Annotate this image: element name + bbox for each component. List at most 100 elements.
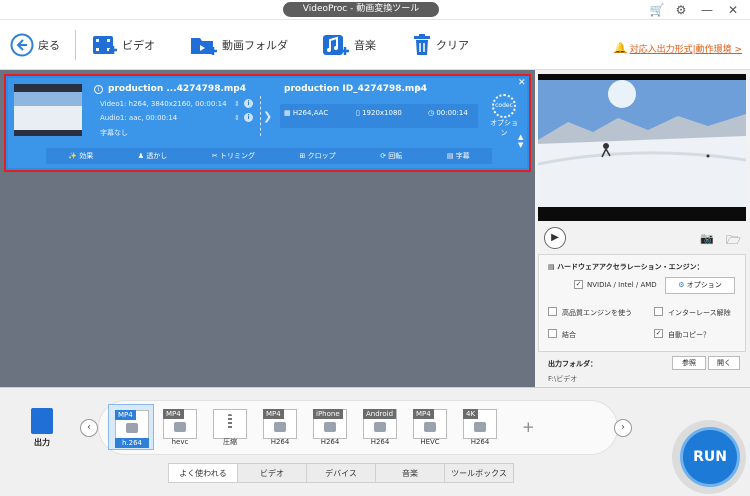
merge-label: 結合 [562,331,576,339]
play-button[interactable]: ▶ [544,227,566,249]
rotate-button[interactable]: ⟳ 回転 [380,151,402,161]
deinterlace-label: インターレース解除 [668,309,731,317]
format-next-button[interactable]: › [614,419,632,437]
tab-toolbox[interactable]: ツールボックス [444,463,514,483]
film-icon [374,422,386,432]
close-button[interactable]: ✕ [724,2,742,18]
auto-copy-checkbox[interactable]: ✓ [654,329,663,338]
tab-device[interactable]: デバイス [306,463,375,483]
info-icon[interactable]: i [94,85,103,94]
reorder-arrows-icon[interactable]: ▲ ▼ [518,133,523,149]
clear-button[interactable]: クリア [412,32,469,58]
back-arrow-icon [10,33,34,57]
format-top-label: MP4 [115,410,136,420]
format-top-label: iPhone [313,409,343,419]
add-music-label: 音楽 [354,39,376,52]
remove-task-icon[interactable]: ✕ [518,78,526,88]
edit-pencil-icon[interactable]: ✎ [415,84,422,93]
run-button[interactable]: RUN [680,427,740,487]
add-video-folder-button[interactable]: 動画フォルダ [190,32,288,58]
add-music-button[interactable]: 音楽 [322,32,376,58]
option-gear-icon: ⚙ [678,281,685,289]
music-icon [323,35,349,55]
film-icon [274,422,286,432]
back-button[interactable]: 戻る [10,32,60,58]
film-icon [174,422,186,432]
back-label: 戻る [38,39,60,52]
gear-icon[interactable]: ⚙ [672,2,690,18]
film-icon [474,422,486,432]
format-sub-label: h.264 [115,438,149,448]
subtitle-track-info[interactable]: 字幕なし [100,128,128,138]
audio-track-stepper[interactable]: ⇕ [234,114,240,122]
video-info-badge[interactable]: i [244,99,253,108]
format-item-iphone[interactable]: iPhone H264 [307,404,353,450]
format-item-4k[interactable]: 4K H264 [457,404,503,450]
task-card: i production ...4274798.mp4 Video1: h264… [8,78,527,168]
merge-checkbox[interactable] [548,329,557,338]
format-item-mp4-hevc-2[interactable]: MP4 HEVC [407,404,453,450]
subtitle-label: 字幕 [455,152,470,160]
format-category-tabs: よく使われる ビデオ デバイス 音楽 ツールボックス [168,463,514,483]
format-top-label: Android [363,409,397,419]
format-top-label: MP4 [263,409,284,419]
format-item-mp4-h264[interactable]: MP4 h.264 [108,404,154,450]
video-preview[interactable] [538,74,746,221]
output-format-button[interactable]: 出力 [22,408,62,448]
format-sub-label: H264 [370,438,390,446]
subtitle-button[interactable]: ▤ 字幕 [447,151,470,161]
nvidia-checkbox[interactable]: ✓ [574,280,583,289]
edit-toolbar: ✨ 効果 ♟ 透かし ✂ トリミング ⊞ クロップ ⟳ 回転 ▤ 字幕 [46,148,492,164]
format-item-mp4-hevc[interactable]: MP4 hevc [157,404,203,450]
preview-frame-image [538,74,746,221]
open-folder-button[interactable]: 開く [708,356,740,370]
format-item-compress[interactable]: 圧縮 [207,404,253,450]
video-thumbnail[interactable] [14,84,82,136]
crop-label: クロップ [307,152,336,160]
format-item-mp4-h264-2[interactable]: MP4 H264 [257,404,303,450]
codec-option-label: オプション [490,119,518,137]
minimize-button[interactable]: — [698,2,716,18]
hw-accel-title: ▤ ハードウェアアクセラレーション・エンジン： [548,263,704,271]
effects-label: 効果 [79,152,94,160]
source-filename: production ...4274798.mp4 [108,84,246,94]
tab-music[interactable]: 音楽 [375,463,444,483]
video-track-stepper[interactable]: ⇕ [234,100,240,108]
output-resolution: ▯ 1920x1080 [356,109,402,117]
effects-button[interactable]: ✨ 効果 [68,151,93,161]
codec-option-button[interactable]: codec オプション [488,94,520,137]
output-filename[interactable]: production ID_4274798.mp4 [284,84,427,94]
folder-icon [191,38,217,55]
nvidia-label: NVIDIA / Intel / AMD [587,281,657,289]
hq-engine-checkbox[interactable] [548,307,557,316]
cart-icon[interactable]: 🛒 [648,2,666,18]
window-title: VideoProc - 動画変換ツール [283,2,439,17]
hw-option-label: オプション [686,281,722,289]
watermark-button[interactable]: ♟ 透かし [138,151,168,161]
format-item-android[interactable]: Android H264 [357,404,403,450]
supported-formats-link[interactable]: 🔔 対応入出力形式|動作環境 > [614,42,742,55]
bell-icon: 🔔 [614,43,627,54]
add-format-button[interactable]: + [522,418,535,436]
browse-button[interactable]: 参照 [672,356,706,370]
watermark-label: 透かし [146,152,168,160]
hw-option-button[interactable]: ⚙ オプション [665,277,735,294]
format-top-label: MP4 [163,409,184,419]
open-snapshot-folder-icon[interactable]: 🗁 [726,231,741,252]
tab-popular[interactable]: よく使われる [168,463,237,483]
audio-track-info[interactable]: Audio1: aac, 00:00:14 [100,114,177,122]
auto-copy-label: 自動コピー？ [668,331,710,339]
film-icon [126,423,138,433]
audio-info-badge[interactable]: i [244,113,253,122]
format-sub-label: 圧縮 [223,438,237,446]
add-video-button[interactable]: ビデオ [92,32,155,58]
format-prev-button[interactable]: ‹ [80,419,98,437]
clear-label: クリア [436,39,469,52]
deinterlace-checkbox[interactable] [654,307,663,316]
task-item[interactable]: i production ...4274798.mp4 Video1: h264… [4,74,531,172]
tab-video[interactable]: ビデオ [237,463,306,483]
trim-button[interactable]: ✂ トリミング [212,151,255,161]
crop-button[interactable]: ⊞ クロップ [300,151,336,161]
video-track-info[interactable]: Video1: h264, 3840x2160, 00:00:14 [100,100,227,108]
snapshot-camera-icon[interactable]: 📷 [700,232,714,245]
